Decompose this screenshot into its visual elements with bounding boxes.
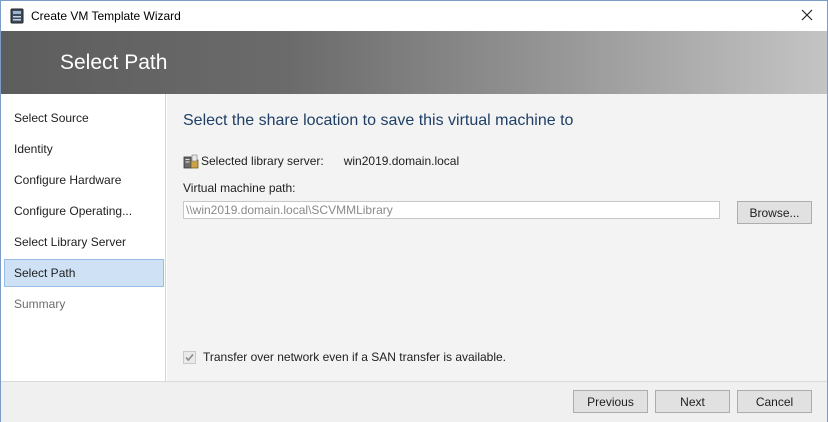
library-server-value: win2019.domain.local — [343, 154, 460, 168]
wizard-window: Create VM Template Wizard Select Path Se… — [0, 0, 828, 422]
close-icon — [801, 9, 813, 24]
transfer-over-network-row: Transfer over network even if a SAN tran… — [183, 350, 506, 364]
nav-item-configure-operating[interactable]: Configure Operating... — [4, 197, 164, 225]
next-button[interactable]: Next — [655, 390, 730, 413]
title-bar: Create VM Template Wizard — [1, 1, 827, 31]
wizard-window-icon — [9, 8, 25, 24]
library-server-label: Selected library server: — [201, 154, 324, 168]
window-title: Create VM Template Wizard — [31, 9, 181, 23]
nav-item-configure-hardware[interactable]: Configure Hardware — [4, 166, 164, 194]
wizard-footer: Previous Next Cancel — [1, 381, 827, 422]
transfer-over-network-label: Transfer over network even if a SAN tran… — [203, 350, 507, 364]
vm-path-label: Virtual machine path: — [183, 181, 296, 195]
browse-button[interactable]: Browse... — [737, 201, 812, 224]
vm-path-input[interactable] — [183, 201, 720, 219]
nav-item-select-source[interactable]: Select Source — [4, 104, 164, 132]
nav-item-summary: Summary — [14, 297, 66, 311]
library-server-icon — [183, 153, 199, 169]
wizard-header: Select Path — [1, 31, 827, 94]
wizard-content: Select the share location to save this v… — [167, 94, 827, 381]
nav-item-select-library-server[interactable]: Select Library Server — [4, 228, 164, 256]
nav-item-select-path[interactable]: Select Path — [4, 259, 164, 287]
close-button[interactable] — [787, 1, 827, 31]
section-heading: Select the share location to save this v… — [183, 112, 574, 129]
transfer-over-network-checkbox[interactable] — [183, 350, 196, 364]
library-server-row: Selected library server: win2019.domain.… — [183, 153, 459, 169]
wizard-steps-nav: Select Source Identity Configure Hardwar… — [1, 94, 166, 381]
page-title: Select Path — [60, 51, 168, 74]
previous-button[interactable]: Previous — [573, 390, 648, 413]
cancel-button[interactable]: Cancel — [737, 390, 812, 413]
nav-item-identity[interactable]: Identity — [4, 135, 164, 163]
